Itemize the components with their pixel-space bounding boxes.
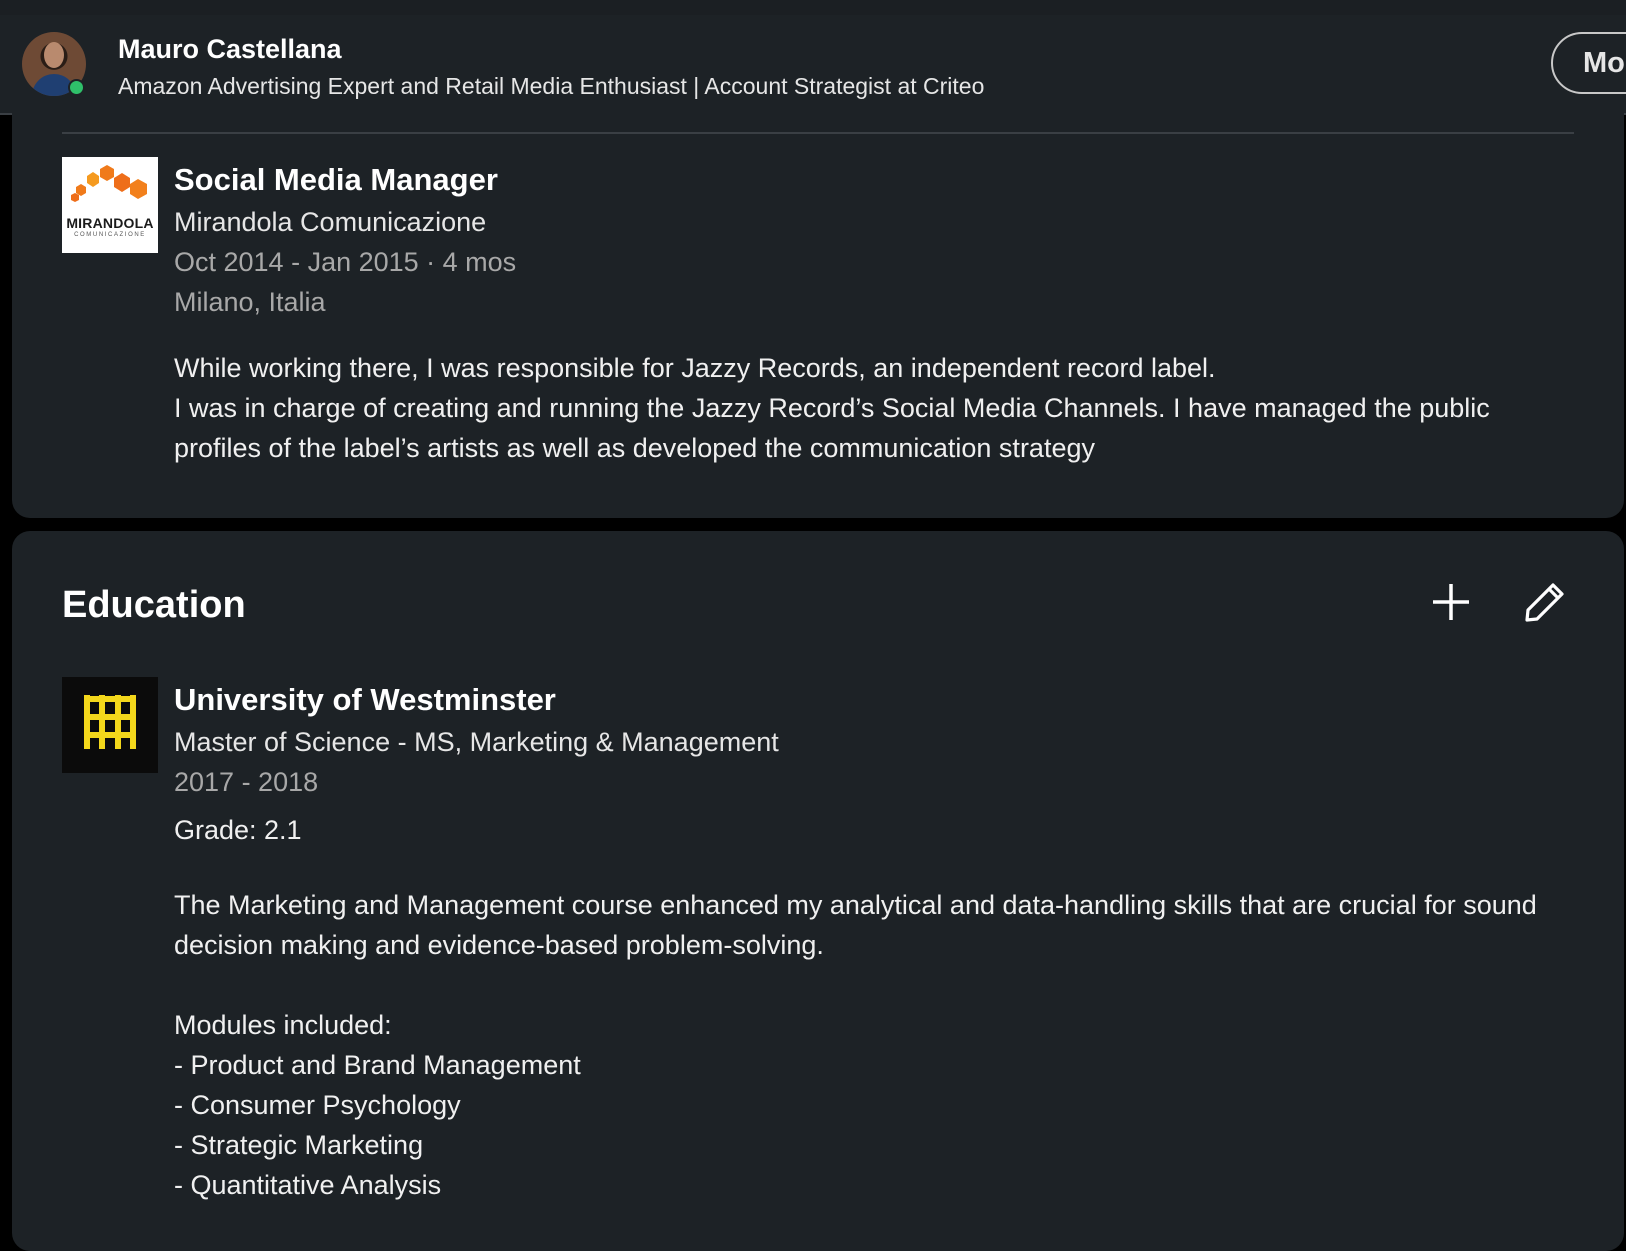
position-location: Milano, Italia — [174, 287, 326, 317]
education-description: The Marketing and Management course enha… — [174, 890, 1537, 960]
position-description: While working there, I was responsible f… — [174, 348, 1574, 468]
education-dates: 2017 - 2018 — [174, 767, 319, 797]
list-item: - Consumer Psychology — [174, 1090, 461, 1120]
section-title-education: Education — [62, 584, 246, 626]
degree-name: Master of Science - MS, Marketing & Mana… — [174, 727, 779, 757]
list-item: - Strategic Marketing — [174, 1130, 424, 1160]
more-button[interactable]: More — [1551, 32, 1626, 94]
profile-headline: Amazon Advertising Expert and Retail Med… — [118, 73, 985, 99]
position-title[interactable]: Social Media Manager — [174, 162, 498, 198]
mirandola-company-logo[interactable]: MIRANDOLA COMUNICAZIONE — [62, 157, 158, 253]
school-name[interactable]: University of Westminster — [174, 682, 556, 718]
westminster-portcullis-mark — [84, 695, 136, 749]
description-line: I was in charge of creating and running … — [174, 393, 1490, 463]
mirandola-logo-word: MIRANDOLA — [66, 215, 154, 231]
plus-icon — [1433, 584, 1469, 620]
education-card: Education University of Westminster Mast — [12, 531, 1624, 1251]
modules-heading: Modules included: — [174, 1010, 392, 1040]
add-education-button[interactable] — [1423, 574, 1479, 630]
description-line: While working there, I was responsible f… — [174, 353, 1216, 383]
avatar-face — [44, 42, 64, 68]
list-item: - Product and Brand Management — [174, 1050, 581, 1080]
mirandola-hexagon-mark — [71, 165, 147, 202]
experience-card: MIRANDOLA COMUNICAZIONE Social Media Man… — [12, 100, 1624, 518]
profile-sticky-header: Mauro Castellana Amazon Advertising Expe… — [0, 0, 1626, 115]
online-status-dot — [68, 79, 85, 96]
list-item: - Quantitative Analysis — [174, 1170, 442, 1200]
mirandola-logo-sub: COMUNICAZIONE — [74, 232, 146, 238]
profile-name[interactable]: Mauro Castellana — [118, 34, 342, 65]
entry-divider — [62, 132, 1574, 134]
westminster-school-logo[interactable] — [62, 677, 158, 773]
position-dates: Oct 2014 - Jan 2015 · 4 mos — [174, 247, 517, 277]
pencil-icon — [1525, 583, 1564, 622]
company-name[interactable]: Mirandola Comunicazione — [174, 207, 486, 238]
edit-education-button[interactable] — [1517, 574, 1573, 630]
education-grade: Grade: 2.1 — [174, 815, 302, 845]
modules-list: Modules included: - Product and Brand Ma… — [174, 1005, 1574, 1205]
